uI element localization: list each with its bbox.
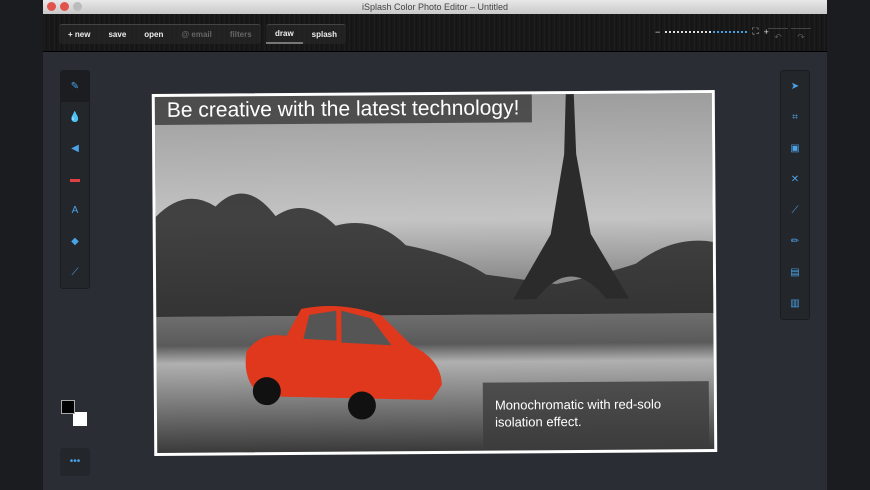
- crop-icon: ⌗: [792, 112, 798, 123]
- right-tool-panel: ➤ ⌗ ▣ ✕ ⟋ ✏ ▤ ▥: [780, 70, 810, 320]
- zoom-tick: [725, 30, 728, 33]
- trees-silhouette: [155, 193, 718, 317]
- zoom-tick: [689, 30, 692, 33]
- zoom-tick: [721, 30, 724, 33]
- zoom-tick: [713, 30, 716, 33]
- drop-tool[interactable]: 💧: [61, 102, 89, 133]
- photo-canvas[interactable]: Be creative with the latest technology! …: [151, 90, 718, 456]
- bucket-tool[interactable]: ◆: [61, 226, 89, 257]
- redo-button[interactable]: ↷: [791, 28, 811, 44]
- zoom-tick: [673, 30, 676, 33]
- email-button[interactable]: @ email: [172, 25, 221, 44]
- export-icon: ▥: [790, 298, 800, 309]
- layers-icon: ▤: [790, 267, 800, 278]
- compare-icon: ▣: [790, 143, 800, 154]
- eyedropper-tool[interactable]: ⟋: [61, 257, 89, 288]
- headline-caption: Be creative with the latest technology!: [154, 94, 532, 125]
- zoom-tick: [737, 30, 740, 33]
- zoom-button[interactable]: [73, 2, 82, 11]
- save-button[interactable]: save: [99, 25, 135, 44]
- export-tool[interactable]: ▥: [781, 288, 809, 319]
- eiffel-tower: [513, 94, 630, 300]
- zoom-slider[interactable]: [665, 30, 748, 33]
- zoom-tick: [693, 30, 696, 33]
- eraser-icon: ▬: [70, 174, 80, 185]
- wand-tool[interactable]: ⟋: [781, 195, 809, 226]
- compare-tool[interactable]: ▣: [781, 133, 809, 164]
- eraser-tool[interactable]: ▬: [61, 164, 89, 195]
- zoom-out-button[interactable]: −: [655, 27, 660, 37]
- zoom-tick: [705, 30, 708, 33]
- zoom-tick: [741, 30, 744, 33]
- at-icon: @: [181, 30, 192, 39]
- background-color-swatch[interactable]: [73, 412, 87, 426]
- back-arrow-tool[interactable]: ◀: [61, 133, 89, 164]
- drop-icon: 💧: [68, 112, 82, 123]
- close-x-icon: ✕: [790, 174, 800, 185]
- zoom-tick: [669, 30, 672, 33]
- draw-button[interactable]: draw: [266, 25, 303, 44]
- window-title: iSplash Color Photo Editor – Untitled: [361, 2, 509, 12]
- effect-caption: Monochromatic with red-solo isolation ef…: [482, 381, 710, 449]
- splash-button[interactable]: splash: [303, 25, 346, 44]
- new-button[interactable]: + new: [59, 25, 99, 44]
- zoom-tick: [677, 30, 680, 33]
- cursor-icon: ➤: [790, 81, 800, 92]
- zoom-tick: [717, 30, 720, 33]
- left-tool-panel: ✎ 💧 ◀ ▬ A ◆ ⟋: [60, 70, 90, 289]
- fit-icon[interactable]: ⛶: [752, 26, 758, 37]
- toolbar: + new save open @ email filters draw spl…: [43, 14, 827, 52]
- text-icon: A: [71, 205, 79, 216]
- pencil-icon: ✏: [790, 236, 800, 247]
- close-button[interactable]: [47, 2, 56, 11]
- brush-tool[interactable]: ✎: [61, 71, 89, 102]
- zoom-control: − ⛶ +: [655, 26, 769, 37]
- pencil-tool[interactable]: ✏: [781, 226, 809, 257]
- zoom-tick: [729, 30, 732, 33]
- red-car: [245, 305, 442, 420]
- zoom-tick: [745, 30, 748, 33]
- zoom-tick: [665, 30, 668, 33]
- app-window: iSplash Color Photo Editor – Untitled + …: [43, 0, 827, 490]
- title-bar: iSplash Color Photo Editor – Untitled: [43, 0, 827, 14]
- minimize-button[interactable]: [60, 2, 69, 11]
- foreground-color-swatch[interactable]: [61, 400, 75, 414]
- filters-button[interactable]: filters: [221, 25, 261, 44]
- zoom-tick: [709, 30, 712, 33]
- close-x-tool[interactable]: ✕: [781, 164, 809, 195]
- text-tool[interactable]: A: [61, 195, 89, 226]
- plus-icon: +: [68, 30, 75, 39]
- bucket-icon: ◆: [71, 236, 79, 247]
- wand-icon: ⟋: [791, 205, 799, 216]
- zoom-tick: [701, 30, 704, 33]
- back-arrow-icon: ◀: [71, 143, 79, 154]
- cursor-tool[interactable]: ➤: [781, 71, 809, 102]
- eyedropper-icon: ⟋: [71, 267, 79, 278]
- zoom-tick: [733, 30, 736, 33]
- zoom-tick: [685, 30, 688, 33]
- zoom-tick: [681, 30, 684, 33]
- zoom-tick: [697, 30, 700, 33]
- open-button[interactable]: open: [135, 25, 172, 44]
- brush-icon: ✎: [70, 81, 80, 92]
- undo-button[interactable]: ↶: [768, 28, 788, 44]
- layers-tool[interactable]: ▤: [781, 257, 809, 288]
- crop-tool[interactable]: ⌗: [781, 102, 809, 133]
- more-options-button[interactable]: •••: [60, 448, 90, 476]
